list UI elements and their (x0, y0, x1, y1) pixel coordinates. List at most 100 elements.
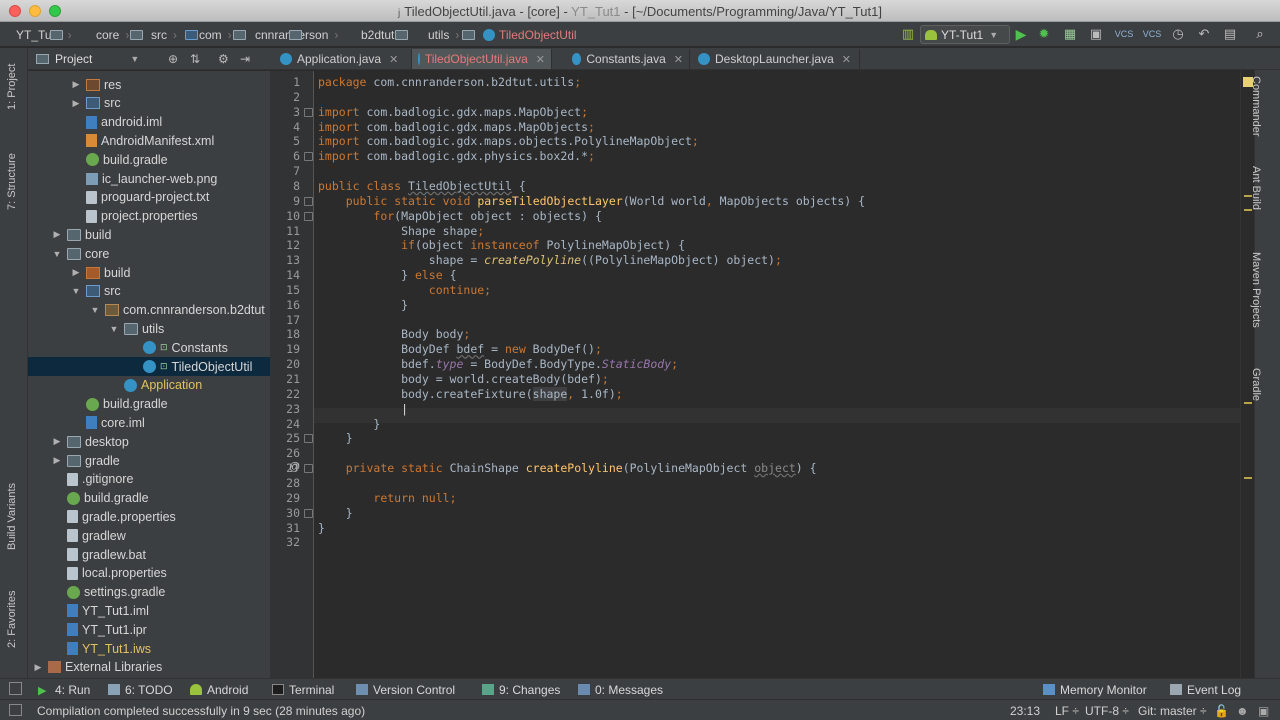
tree-item[interactable]: ▶ build (28, 225, 270, 244)
tree-item[interactable]: ▶ src (28, 94, 270, 113)
coverage-icon[interactable]: ▦ (1062, 26, 1078, 42)
revert-icon[interactable]: ↶ (1196, 26, 1212, 42)
gradle-tool-tab[interactable]: Gradle (1250, 368, 1262, 401)
line-separator[interactable]: LF ÷ (1055, 704, 1079, 718)
messages-tool-button[interactable]: 0: Messages (578, 682, 663, 697)
tree-item[interactable]: YT_Tut1.iml (28, 601, 270, 620)
code-line[interactable]: shape = createPolyline((PolylineMapObjec… (318, 253, 782, 268)
code-line[interactable]: return null; (318, 491, 456, 506)
expand-arrow-icon[interactable]: ▶ (51, 229, 63, 240)
inspector-icon[interactable]: ☻ (1236, 704, 1249, 718)
make-project-icon[interactable]: ▥ (900, 26, 916, 42)
collapse-arrow-icon[interactable]: ▼ (70, 286, 82, 296)
code-line[interactable]: import com.badlogic.gdx.maps.MapObject; (318, 105, 588, 120)
build-variants-tool-tab[interactable]: Build Variants (6, 483, 18, 550)
code-line[interactable]: } else { (318, 268, 456, 283)
run-tool-button[interactable]: ▶ 4: Run (38, 682, 90, 698)
breadcrumb-core[interactable]: core › (96, 27, 143, 43)
search-everywhere-icon[interactable]: ⌕ (1252, 26, 1268, 42)
breadcrumb-utils[interactable]: utils › (428, 27, 475, 43)
tree-item[interactable]: build.gradle (28, 395, 270, 414)
breadcrumb-com[interactable]: com › (199, 27, 246, 43)
code-line[interactable]: package com.cnnranderson.b2dtut.utils; (318, 75, 581, 90)
todo-tool-button[interactable]: 6: TODO (108, 682, 173, 697)
chevron-down-icon[interactable]: ▼ (130, 54, 139, 64)
breadcrumb-src[interactable]: src › (151, 27, 198, 43)
version-control-tool-button[interactable]: Version Control (356, 682, 455, 697)
code-line[interactable]: import com.badlogic.gdx.maps.objects.Pol… (318, 134, 699, 149)
scroll-from-source-icon[interactable]: ⊕ (168, 52, 178, 66)
tab-constants-java[interactable]: Constants.java ✕ (566, 49, 690, 69)
tree-item[interactable]: core.iml (28, 413, 270, 432)
tree-item[interactable]: ▶ External Libraries (28, 658, 270, 677)
tree-item[interactable]: ▶ desktop (28, 432, 270, 451)
close-icon[interactable]: ✕ (536, 53, 545, 66)
expand-arrow-icon[interactable]: ▶ (70, 98, 82, 109)
code-line[interactable]: private static ChainShape createPolyline… (318, 461, 817, 476)
tree-item[interactable]: ⊡ Constants (28, 338, 270, 357)
maven-projects-tool-tab[interactable]: Maven Projects (1250, 252, 1262, 328)
tree-item[interactable]: proguard-project.txt (28, 188, 270, 207)
tree-item[interactable]: ▶ gradle (28, 451, 270, 470)
code-line[interactable]: body = world.createBody(bdef); (318, 372, 609, 387)
favorites-tool-tab[interactable]: 2: Favorites (6, 591, 18, 648)
annotation-icon[interactable]: @ (289, 461, 300, 473)
expand-arrow-icon[interactable]: ▶ (70, 267, 82, 278)
project-view-select[interactable]: Project (55, 52, 92, 66)
code-line[interactable]: } (318, 521, 325, 536)
close-icon[interactable]: ✕ (842, 53, 851, 66)
vcs-update-icon[interactable]: VCS (1115, 26, 1134, 42)
tree-item[interactable]: AndroidManifest.xml (28, 131, 270, 150)
collapse-all-icon[interactable]: ⇅ (190, 52, 200, 66)
tree-item[interactable]: gradlew.bat (28, 545, 270, 564)
tab-application-java[interactable]: Application.java ✕ (274, 49, 412, 69)
gear-icon[interactable]: ⚙ (218, 52, 229, 66)
code-line[interactable]: import com.badlogic.gdx.maps.MapObjects; (318, 120, 595, 135)
tree-item[interactable]: project.properties (28, 207, 270, 226)
code-line[interactable]: Body body; (318, 327, 470, 342)
code-line[interactable]: continue; (318, 283, 491, 298)
tree-item[interactable]: ▶ res (28, 75, 270, 94)
tree-item[interactable]: ▼ utils (28, 319, 270, 338)
code-line[interactable]: } (318, 298, 408, 313)
event-log-tool-button[interactable]: Event Log (1170, 682, 1241, 697)
lock-icon[interactable]: 🔓 (1214, 704, 1229, 718)
fold-marker-icon[interactable] (304, 107, 313, 117)
fold-marker-icon[interactable] (304, 152, 313, 162)
toggle-tool-windows-icon[interactable] (9, 682, 22, 695)
fold-marker-icon[interactable] (304, 434, 313, 444)
run-icon[interactable]: ▶ (1013, 26, 1029, 42)
expand-arrow-icon[interactable]: ▶ (51, 436, 63, 447)
tree-item[interactable]: settings.gradle (28, 583, 270, 602)
code-line[interactable]: for(MapObject object : objects) { (318, 209, 602, 224)
code-line[interactable]: Shape shape; (318, 224, 484, 239)
status-toggle-icon[interactable] (9, 704, 22, 716)
tree-item[interactable]: gradle.properties (28, 507, 270, 526)
vcs-commit-icon[interactable]: VCS (1143, 26, 1162, 42)
sdk-manager-icon[interactable]: ▤ (1222, 26, 1238, 42)
history-icon[interactable]: ◷ (1170, 26, 1186, 42)
changes-tool-button[interactable]: 9: Changes (482, 682, 560, 697)
git-branch[interactable]: Git: master ÷ (1138, 704, 1207, 718)
tree-item[interactable]: build.gradle (28, 489, 270, 508)
status-message[interactable]: Compilation completed successfully in 9 … (37, 704, 365, 718)
warning-mark[interactable] (1244, 402, 1252, 404)
expand-arrow-icon[interactable]: ▶ (32, 662, 44, 673)
fold-marker-icon[interactable] (304, 508, 313, 518)
project-tool-tab[interactable]: 1: Project (6, 64, 18, 110)
code-line[interactable]: bdef.type = BodyDef.BodyType.StaticBody; (318, 357, 678, 372)
expand-arrow-icon[interactable]: ▶ (70, 79, 82, 90)
tree-item[interactable]: build.gradle (28, 150, 270, 169)
code-line[interactable]: public class TiledObjectUtil { (318, 179, 526, 194)
tree-item[interactable]: .gitignore (28, 470, 270, 489)
fold-marker-icon[interactable] (304, 211, 313, 221)
file-encoding[interactable]: UTF-8 ÷ (1085, 704, 1129, 718)
collapse-arrow-icon[interactable]: ▼ (51, 249, 63, 259)
code-line[interactable]: body.createFixture(shape, 1.0f); (318, 386, 623, 402)
warning-mark[interactable] (1244, 477, 1252, 479)
debug-icon[interactable]: ✹ (1036, 26, 1052, 42)
commander-tool-tab[interactable]: Commander (1250, 76, 1262, 137)
terminal-tool-button[interactable]: Terminal (272, 682, 334, 697)
ant-build-tool-tab[interactable]: Ant Build (1250, 166, 1262, 210)
fold-marker-icon[interactable] (304, 464, 313, 474)
